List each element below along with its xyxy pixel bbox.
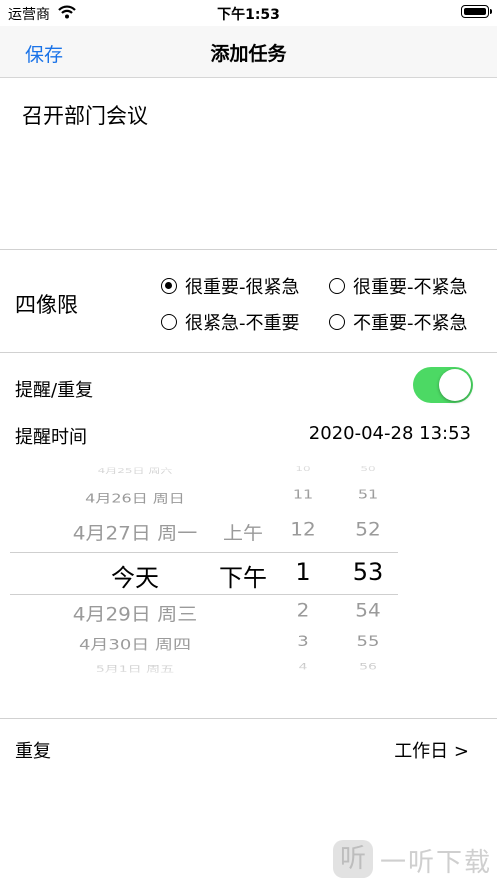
picker-hour-item[interactable]: 11 xyxy=(273,487,333,501)
picker-minute-item[interactable]: 51 xyxy=(338,487,398,501)
picker-hour-item[interactable]: 1 xyxy=(273,558,333,586)
watermark-logo-icon: 听 xyxy=(333,840,373,878)
divider xyxy=(0,352,497,353)
radio-circle-icon xyxy=(161,314,177,330)
radio-important-urgent[interactable]: 很重要-很紧急 xyxy=(161,273,300,299)
picker-minute-item[interactable]: 52 xyxy=(338,518,398,540)
picker-date-item[interactable]: 今天 xyxy=(45,558,225,593)
radio-label: 很重要-不紧急 xyxy=(353,277,468,298)
picker-date-item[interactable]: 4月30日 周四 xyxy=(45,633,225,654)
picker-date-item[interactable]: 4月25日 周六 xyxy=(45,465,225,474)
nav-bar: 保存 添加任务 xyxy=(0,26,497,78)
picker-hour-item[interactable]: 4 xyxy=(273,663,333,673)
watermark: 听 一听下载 xyxy=(333,838,493,880)
datetime-picker[interactable]: 4月25日 周六 10 50 4月26日 周日 11 51 4月27日 周一 上午 12 52 今天… xyxy=(0,455,497,685)
picker-hour-item[interactable]: 10 xyxy=(273,465,333,473)
radio-important-not-urgent[interactable]: 很重要-不紧急 xyxy=(329,273,468,299)
radio-not-important-not-urgent[interactable]: 不重要-不紧急 xyxy=(329,309,468,335)
task-text-input[interactable]: 召开部门会议 xyxy=(22,100,148,130)
picker-minute-item[interactable]: 50 xyxy=(338,465,398,473)
reminder-time-value: 2020-04-28 13:53 xyxy=(308,423,471,444)
reminder-time-label: 提醒时间 xyxy=(15,427,87,448)
page-title: 添加任务 xyxy=(210,43,287,65)
picker-selection-line xyxy=(10,594,398,595)
picker-hour-item[interactable]: 12 xyxy=(273,518,333,540)
reminder-toggle[interactable] xyxy=(413,367,473,403)
divider xyxy=(0,249,497,250)
toggle-knob xyxy=(439,369,471,401)
status-time: 下午1:53 xyxy=(217,7,280,23)
picker-hour-item[interactable]: 3 xyxy=(273,633,333,650)
picker-date-item[interactable]: 5月1日 周五 xyxy=(45,663,225,675)
radio-circle-icon xyxy=(329,314,345,330)
divider xyxy=(0,718,497,719)
picker-minute-item[interactable]: 55 xyxy=(338,633,398,650)
repeat-value-button[interactable]: 工作日 > xyxy=(394,737,469,763)
picker-date-item[interactable]: 4月29日 周三 xyxy=(45,599,225,626)
radio-circle-icon xyxy=(329,278,345,294)
quadrant-label: 四像限 xyxy=(15,293,78,317)
picker-ampm-item[interactable]: 下午 xyxy=(213,558,273,593)
picker-selection-line xyxy=(10,552,398,553)
picker-minute-item[interactable]: 53 xyxy=(338,558,398,586)
picker-minute-item[interactable]: 56 xyxy=(338,663,398,673)
picker-hour-item[interactable]: 2 xyxy=(273,599,333,621)
battery-icon xyxy=(461,5,492,18)
picker-ampm-item[interactable]: 上午 xyxy=(213,518,273,545)
radio-label: 不重要-不紧急 xyxy=(353,313,468,334)
picker-minute-item[interactable]: 54 xyxy=(338,599,398,621)
picker-date-item[interactable]: 4月26日 周日 xyxy=(45,488,225,506)
repeat-label: 重复 xyxy=(15,741,51,762)
watermark-text: 一听下载 xyxy=(380,848,493,878)
radio-circle-icon xyxy=(161,278,177,294)
status-bar: 运营商 下午1:53 xyxy=(0,0,497,26)
radio-label: 很重要-很紧急 xyxy=(185,277,300,298)
radio-urgent-not-important[interactable]: 很紧急-不重要 xyxy=(161,309,300,335)
radio-label: 很紧急-不重要 xyxy=(185,313,300,334)
picker-date-item[interactable]: 4月27日 周一 xyxy=(45,518,225,545)
reminder-label: 提醒/重复 xyxy=(15,380,94,401)
